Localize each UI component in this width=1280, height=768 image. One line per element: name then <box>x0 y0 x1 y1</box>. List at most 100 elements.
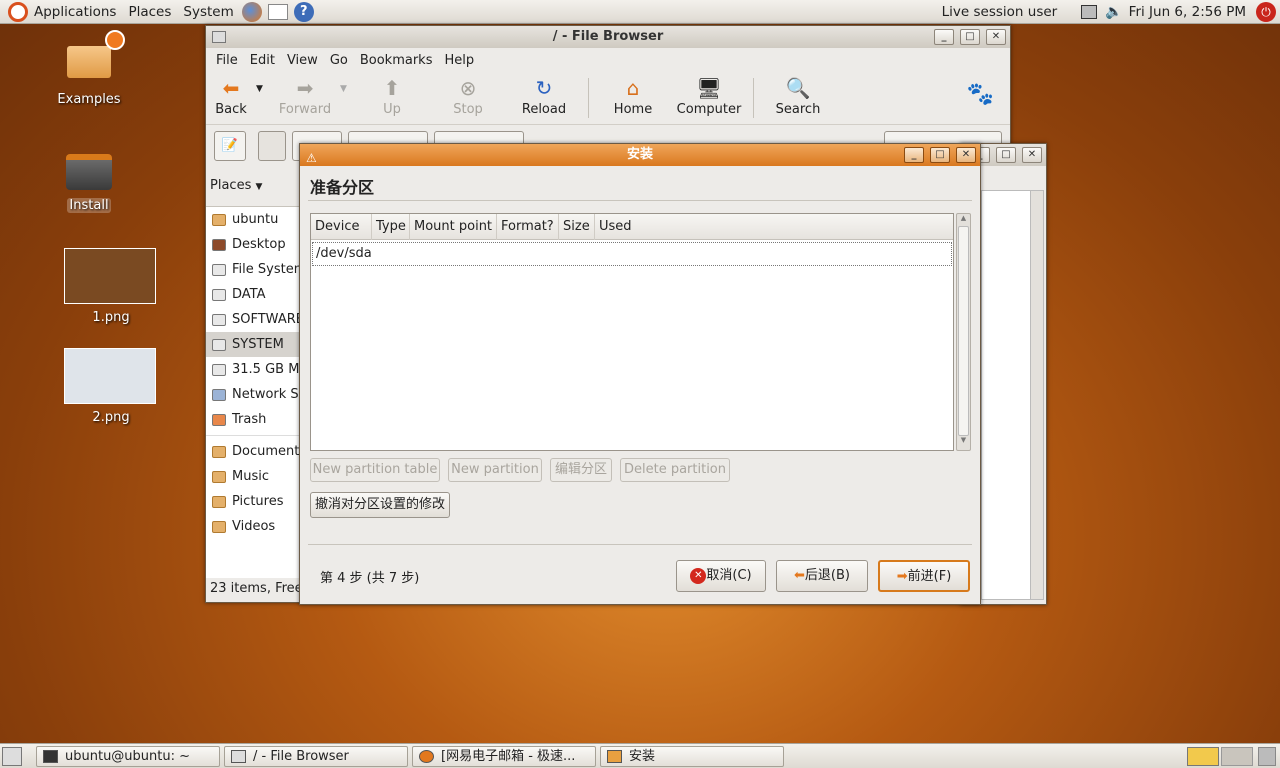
close-button[interactable]: ✕ <box>956 147 976 163</box>
search-button[interactable]: 🔍 Search <box>760 72 836 117</box>
sidebar-item-media[interactable]: 31.5 GB Media <box>206 357 300 382</box>
new-partition-table-button[interactable]: New partition table <box>310 458 440 482</box>
sidebar-item-label: Desktop <box>232 237 286 252</box>
footer-separator <box>308 544 972 545</box>
ubuntu-logo-icon[interactable] <box>8 1 28 22</box>
places-menu[interactable]: Places <box>122 0 177 24</box>
home-button[interactable]: ⌂ Home <box>595 72 671 117</box>
desktop-icon-1png[interactable]: 1.png <box>64 248 158 325</box>
table-scrollbar[interactable]: ▲ ▼ <box>956 213 971 451</box>
back-button[interactable]: ⬅ Back <box>206 72 256 117</box>
maximize-button[interactable]: □ <box>960 29 980 45</box>
close-button[interactable]: ✕ <box>1022 147 1042 163</box>
column-size[interactable]: Size <box>559 214 595 240</box>
sidebar-item-label: SYSTEM <box>232 337 284 352</box>
column-mount-point[interactable]: Mount point <box>410 214 497 240</box>
session-user[interactable]: Live session user <box>936 0 1064 24</box>
sidebar-item-network[interactable]: Network Servers <box>206 382 300 407</box>
table-row[interactable]: /dev/sda <box>312 242 952 266</box>
computer-button[interactable]: 🖥 Computer <box>671 72 747 117</box>
sidebar-item-label: File System <box>232 262 300 277</box>
sidebar-item-system[interactable]: SYSTEM <box>206 332 300 357</box>
sidebar-item-desktop[interactable]: Desktop <box>206 232 300 257</box>
folder-icon <box>212 520 226 533</box>
icon-label: 1.png <box>92 310 130 325</box>
desktop-icon-examples[interactable]: Examples <box>50 30 128 107</box>
dialog-title-bar[interactable]: ⚠ 安装 _ □ ✕ <box>300 144 980 166</box>
mail-icon[interactable] <box>267 3 288 20</box>
edit-partition-button[interactable]: 编辑分区 <box>550 458 612 482</box>
delete-partition-button[interactable]: Delete partition <box>620 458 730 482</box>
sidebar-item-data[interactable]: DATA <box>206 282 300 307</box>
heading-separator <box>308 200 972 201</box>
sidebar-item-software[interactable]: SOFTWARE <box>206 307 300 332</box>
show-desktop-button[interactable] <box>2 747 22 766</box>
help-icon[interactable]: ? <box>293 1 314 22</box>
task-installer[interactable]: 安装 <box>600 746 784 767</box>
sidebar-item-filesystem[interactable]: File System <box>206 257 300 282</box>
partition-table[interactable]: Device Type Mount point Format? Size Use… <box>310 213 954 451</box>
window-menu-icon[interactable] <box>212 31 226 43</box>
scrollbar[interactable] <box>1030 190 1044 600</box>
trash-icon[interactable] <box>1258 747 1276 766</box>
back-button[interactable]: ⬅后退(B) <box>776 560 868 592</box>
menu-bookmarks[interactable]: Bookmarks <box>354 53 439 68</box>
sidebar-item-trash[interactable]: Trash <box>206 407 300 432</box>
sidebar-item-ubuntu[interactable]: ubuntu <box>206 207 300 232</box>
back-history-dropdown[interactable]: ▼ <box>256 72 270 94</box>
workspace-1[interactable] <box>1187 747 1219 766</box>
new-partition-button[interactable]: New partition <box>448 458 542 482</box>
sidebar-item-music[interactable]: Music <box>206 464 300 489</box>
scroll-down-arrow[interactable]: ▼ <box>957 436 970 448</box>
row-device: /dev/sda <box>316 246 372 261</box>
path-button-root[interactable] <box>258 131 286 161</box>
cancel-button[interactable]: ✕ 取消(C) <box>676 560 766 592</box>
power-icon[interactable]: ⏻ <box>1256 1 1276 22</box>
menu-help[interactable]: Help <box>438 53 480 68</box>
stop-button[interactable]: ⊗ Stop <box>430 72 506 117</box>
network-icon[interactable] <box>1081 4 1098 19</box>
desktop-icon-install[interactable]: Install <box>50 148 128 213</box>
menu-file[interactable]: File <box>210 53 244 68</box>
scroll-up-arrow[interactable]: ▲ <box>957 214 970 226</box>
applications-menu[interactable]: Applications <box>28 0 122 24</box>
close-button[interactable]: ✕ <box>986 29 1006 45</box>
system-menu[interactable]: System <box>177 0 239 24</box>
column-format[interactable]: Format? <box>497 214 559 240</box>
task-firefox[interactable]: [网易电子邮箱 - 极速... <box>412 746 596 767</box>
title-bar[interactable]: / - File Browser _ □ ✕ <box>206 26 1010 48</box>
sidebar-item-documents[interactable]: Documents <box>206 439 300 464</box>
menu-go[interactable]: Go <box>324 53 354 68</box>
reload-button[interactable]: ↻ Reload <box>506 72 582 117</box>
clock[interactable]: Fri Jun 6, 2:56 PM <box>1123 0 1252 24</box>
home-icon: ⌂ <box>626 76 640 100</box>
maximize-button[interactable]: □ <box>996 147 1016 163</box>
column-type[interactable]: Type <box>372 214 410 240</box>
sidebar-item-videos[interactable]: Videos <box>206 514 300 539</box>
top-panel: Applications Places System ? Live sessio… <box>0 0 1280 24</box>
task-file-browser[interactable]: / - File Browser <box>224 746 408 767</box>
task-terminal[interactable]: ubuntu@ubuntu: ~ <box>36 746 220 767</box>
computer-label: Computer <box>676 102 742 117</box>
firefox-icon[interactable] <box>241 1 262 22</box>
column-device[interactable]: Device <box>311 214 372 240</box>
volume-icon[interactable]: 🔈 <box>1105 4 1122 20</box>
forward-history-dropdown[interactable]: ▼ <box>340 72 354 94</box>
up-button[interactable]: ⬆ Up <box>354 72 430 117</box>
minimize-button[interactable]: _ <box>904 147 924 163</box>
menu-view[interactable]: View <box>281 53 324 68</box>
trash-icon <box>212 413 226 426</box>
edit-location-button[interactable]: 📝 <box>214 131 246 161</box>
forward-button[interactable]: ➡前进(F) <box>878 560 970 592</box>
places-header[interactable]: Places ▼ <box>210 178 262 193</box>
maximize-button[interactable]: □ <box>930 147 950 163</box>
minimize-button[interactable]: _ <box>934 29 954 45</box>
column-used[interactable]: Used <box>595 214 954 240</box>
menu-edit[interactable]: Edit <box>244 53 281 68</box>
forward-button[interactable]: ➡ Forward <box>270 72 340 117</box>
scroll-thumb[interactable] <box>958 226 969 436</box>
desktop-icon-2png[interactable]: 2.png <box>64 348 158 425</box>
undo-changes-button[interactable]: 撤消对分区设置的修改 <box>310 492 450 518</box>
sidebar-item-pictures[interactable]: Pictures <box>206 489 300 514</box>
workspace-2[interactable] <box>1221 747 1253 766</box>
